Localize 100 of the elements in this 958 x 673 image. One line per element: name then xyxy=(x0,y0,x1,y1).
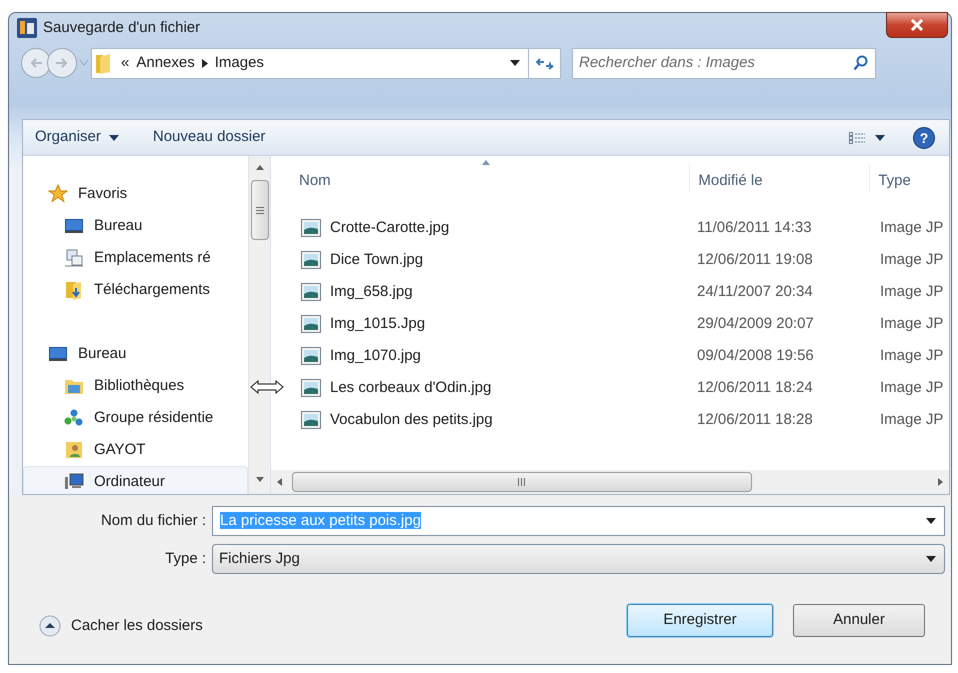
separator-arrow-icon[interactable] xyxy=(202,58,208,68)
scrollbar-thumb[interactable] xyxy=(292,472,752,492)
folder-icon xyxy=(95,52,113,74)
scroll-left-icon xyxy=(277,478,282,486)
scroll-down-icon xyxy=(256,477,264,482)
column-header[interactable]: Modifié le xyxy=(690,164,870,192)
caret-icon xyxy=(875,134,885,140)
column-header[interactable]: Nom xyxy=(299,164,690,192)
nav-item[interactable]: Bureau xyxy=(23,338,248,370)
field-label: Type : xyxy=(164,548,207,569)
file-name[interactable]: Img_1015.Jpg xyxy=(330,312,426,336)
window-title: Sauvegarde d'un fichier xyxy=(43,18,200,38)
nav-item-label: Emplacements ré xyxy=(94,248,211,268)
nav-item[interactable]: Favoris xyxy=(23,178,248,210)
nav-item-label: Bibliothèques xyxy=(94,376,184,396)
back-arrow-icon xyxy=(29,57,43,69)
modified-date: 12/06/2011 18:28 xyxy=(697,410,814,430)
nav-item[interactable]: Groupe résidentie xyxy=(23,402,248,434)
column-header[interactable]: Type xyxy=(870,164,950,192)
download-folder-icon xyxy=(64,280,84,300)
close-icon xyxy=(910,19,924,31)
file-type: Image JP xyxy=(880,346,944,366)
file-name[interactable]: Dice Town.jpg xyxy=(330,248,424,272)
help-button[interactable]: ? xyxy=(913,126,935,148)
file-name[interactable]: Img_1070.jpg xyxy=(330,344,421,368)
computer-icon xyxy=(64,472,84,492)
modified-date: 11/06/2011 14:33 xyxy=(697,218,813,238)
refresh-arrows-icon xyxy=(536,56,554,70)
dropdown-caret-icon xyxy=(926,556,936,562)
image-file-icon xyxy=(301,283,321,301)
scrollbar-thumb[interactable] xyxy=(250,180,268,240)
nav-item[interactable]: Téléchargements xyxy=(23,274,248,306)
search-icon xyxy=(853,55,869,71)
user-folder-icon xyxy=(64,440,84,460)
network-folder-icon xyxy=(64,248,84,268)
menu-button[interactable]: Organiser xyxy=(35,126,119,149)
caret-icon xyxy=(108,134,119,140)
scroll-up-icon xyxy=(256,165,264,170)
modified-date: 09/04/2008 19:56 xyxy=(697,346,815,366)
file-name[interactable]: Les corbeaux d'Odin.jpg xyxy=(330,376,492,400)
overflow-chevron[interactable]: « xyxy=(121,52,130,74)
app-icon xyxy=(17,18,37,38)
grip-icon xyxy=(518,478,526,486)
horizontal-scrollbar[interactable] xyxy=(271,470,949,494)
nav-item-label: Ordinateur xyxy=(94,472,165,492)
search-field[interactable]: Rechercher dans : Images xyxy=(572,48,876,78)
nav-item-label: Bureau xyxy=(78,344,126,364)
nav-item[interactable]: Emplacements ré xyxy=(23,242,248,274)
field-label: Nom du fichier : xyxy=(100,510,207,531)
nav-item[interactable]: Ordinateur xyxy=(23,466,248,494)
file-type: Image JP xyxy=(880,250,944,270)
hide-folders-button[interactable]: Cacher les dossiers xyxy=(39,615,203,638)
image-file-icon xyxy=(301,315,321,333)
dialog-button[interactable]: Annuler xyxy=(793,604,925,637)
homegroup-icon xyxy=(64,408,84,428)
dropdown-caret-icon xyxy=(926,518,936,524)
nav-item-label: Bureau xyxy=(94,216,142,236)
image-file-icon xyxy=(301,411,321,429)
dialog-button[interactable]: Enregistrer xyxy=(627,604,773,637)
image-file-icon xyxy=(301,379,321,397)
nav-item-label: Groupe résidentie xyxy=(94,408,214,428)
nav-item[interactable]: Bureau xyxy=(23,210,248,242)
vertical-scrollbar[interactable] xyxy=(248,156,270,494)
file-type: Image JP xyxy=(880,218,944,238)
nav-item[interactable]: GAYOT xyxy=(23,434,248,466)
breadcrumb-item[interactable]: Images xyxy=(214,52,264,74)
address-bar[interactable]: « Annexes Images xyxy=(91,48,561,78)
file-type-dropdown[interactable]: Fichiers Jpg xyxy=(212,544,945,574)
breadcrumb-item[interactable]: Annexes xyxy=(136,52,195,74)
image-file-icon xyxy=(301,347,321,365)
modified-date: 24/11/2007 20:34 xyxy=(697,282,814,302)
file-name[interactable]: Vocabulon des petits.jpg xyxy=(330,408,493,432)
view-options-button[interactable] xyxy=(849,132,885,144)
nav-item[interactable]: Bibliothèques xyxy=(23,370,248,402)
monitor-icon xyxy=(48,344,68,364)
image-file-icon xyxy=(301,251,321,269)
modified-date: 12/06/2011 18:24 xyxy=(697,378,814,398)
dropdown-caret-icon[interactable] xyxy=(510,60,520,66)
file-name[interactable]: Img_658.jpg xyxy=(330,280,413,304)
nav-item-label: Téléchargements xyxy=(94,280,210,300)
search-input[interactable]: Rechercher dans : Images xyxy=(579,52,853,74)
file-name[interactable]: Crotte-Carotte.jpg xyxy=(330,216,450,240)
details-view-icon xyxy=(849,132,865,144)
resize-cursor-icon xyxy=(250,380,284,394)
file-type: Image JP xyxy=(880,282,944,302)
forward-arrow-icon xyxy=(55,57,69,69)
dropdown-value: Fichiers Jpg xyxy=(219,548,301,569)
star-icon xyxy=(48,184,68,204)
field-value: La pricesse aux petits pois.jpg xyxy=(220,510,422,531)
scroll-right-icon xyxy=(938,478,943,486)
image-file-icon xyxy=(301,219,321,237)
nav-item-label: Favoris xyxy=(78,184,128,204)
close-button[interactable] xyxy=(886,12,948,38)
toolbar-button[interactable]: Nouveau dossier xyxy=(152,126,266,149)
file-type: Image JP xyxy=(880,410,944,430)
grip-icon xyxy=(256,206,264,214)
monitor-icon xyxy=(64,216,84,236)
nav-item-label: GAYOT xyxy=(94,440,146,460)
modified-date: 29/04/2009 20:07 xyxy=(697,314,815,334)
file-type: Image JP xyxy=(880,314,944,334)
